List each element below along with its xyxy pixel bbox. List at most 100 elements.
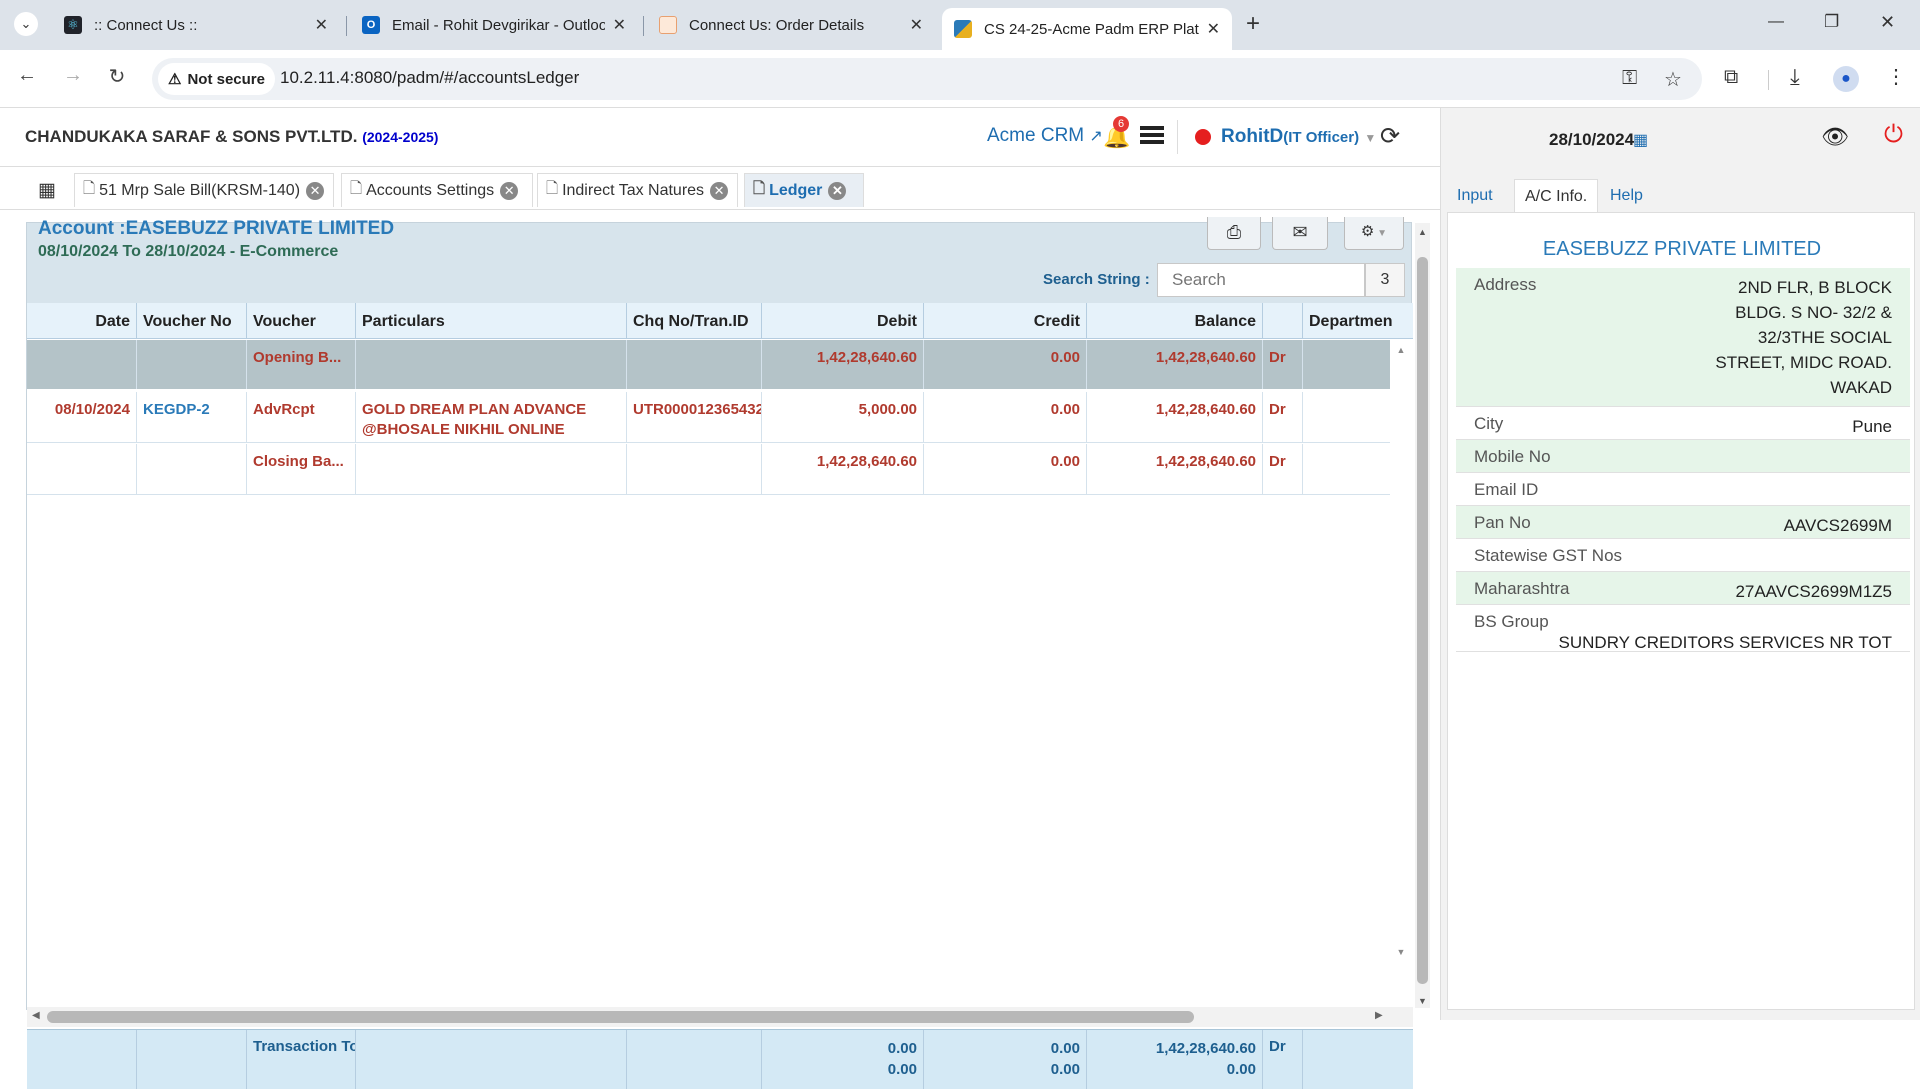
total-dr-cr: Dr	[1263, 1030, 1303, 1089]
close-icon[interactable]: ✕	[1207, 19, 1220, 39]
power-icon[interactable]: ⏻	[1884, 121, 1903, 149]
ac-info-content: EASEBUZZ PRIVATE LIMITED Address 2ND FLR…	[1447, 212, 1915, 1010]
browser-tab-strip: ⌄ ⚛ :: Connect Us :: ✕ O Email - Rohit D…	[0, 0, 1920, 50]
omnibox[interactable]: ⚠ Not secure 10.2.11.4:8080/padm/#/accou…	[152, 58, 1702, 100]
table-inner-scrollbar[interactable]: ▲ ▼	[1391, 341, 1411, 961]
back-arrow-icon[interactable]: ←	[12, 64, 42, 87]
total-debit-1: 0.00	[887, 1040, 917, 1057]
table-row[interactable]: 08/10/2024 KEGDP-2 AdvRcpt GOLD DREAM PL…	[27, 392, 1390, 443]
tab-ac-info[interactable]: A/C Info.	[1514, 179, 1599, 213]
new-tab-button[interactable]: +	[1246, 10, 1260, 38]
tab-accounts-settings[interactable]: 🗋 Accounts Settings ✕	[341, 173, 533, 207]
scroll-down-icon[interactable]: ▼	[1391, 947, 1411, 957]
col-debit[interactable]: Debit	[762, 303, 924, 339]
cell-voucher: Opening B...	[247, 340, 356, 389]
star-icon[interactable]: ☆	[1664, 67, 1682, 92]
tab-search-chevron-icon[interactable]: ⌄	[14, 12, 38, 36]
key-icon[interactable]: ⚿	[1622, 67, 1637, 90]
email-button[interactable]: ✉	[1272, 217, 1328, 250]
browser-tab-email[interactable]: O Email - Rohit Devgirikar - Outlook ✕	[350, 7, 638, 43]
col-credit[interactable]: Credit	[924, 303, 1087, 339]
col-voucher-no[interactable]: Voucher No	[137, 303, 247, 339]
col-balance[interactable]: Balance	[1087, 303, 1263, 339]
user-status-dot	[1195, 129, 1211, 145]
tab-ledger[interactable]: 🗋 Ledger ✕	[744, 173, 864, 207]
warning-icon: ⚠	[168, 71, 182, 88]
cell-chq-no	[627, 340, 762, 389]
cell-dr-cr: Dr	[1263, 340, 1303, 389]
vertical-scrollbar[interactable]: ▲ ▼	[1415, 223, 1430, 1008]
close-tab-icon[interactable]: ✕	[500, 181, 519, 200]
table-row[interactable]: Opening B... 1,42,28,640.60 0.00 1,42,28…	[27, 340, 1390, 389]
col-voucher[interactable]: Voucher	[247, 303, 356, 339]
total-debit-2: 0.00	[887, 1061, 917, 1078]
search-input[interactable]	[1157, 263, 1365, 297]
eye-slash-icon[interactable]: 👁	[1821, 124, 1849, 150]
close-icon[interactable]: ✕	[910, 15, 923, 35]
col-chq-no[interactable]: Chq No/Tran.ID	[627, 303, 762, 339]
not-secure-chip[interactable]: ⚠ Not secure	[158, 63, 275, 95]
total-balance-2: 0.00	[1226, 1061, 1256, 1078]
cell-date	[27, 444, 137, 494]
close-icon[interactable]: ✕	[613, 15, 626, 35]
search-label: Search String :	[1043, 271, 1150, 288]
browser-tab-order-details[interactable]: Connect Us: Order Details ✕	[647, 7, 935, 43]
header-divider	[1177, 120, 1178, 154]
cell-voucher-no	[137, 340, 247, 389]
kebab-menu-icon[interactable]: ⋮	[1886, 64, 1906, 89]
restore-button[interactable]: ❐	[1824, 12, 1839, 32]
table-row[interactable]: Closing Ba... 1,42,28,640.60 0.00 1,42,2…	[27, 444, 1390, 495]
browser-tab-erp[interactable]: CS 24-25-Acme Padm ERP Platform ✕	[942, 8, 1232, 50]
total-cell-credit: 0.00 0.00	[924, 1030, 1087, 1089]
reload-icon[interactable]: ↻	[102, 64, 132, 89]
horizontal-scrollbar[interactable]: ◀ ▶	[27, 1007, 1413, 1027]
grid-apps-icon[interactable]: ▦	[38, 179, 56, 202]
browser-tab-connect-us[interactable]: ⚛ :: Connect Us :: ✕	[52, 7, 340, 43]
search-count: 3	[1365, 263, 1405, 297]
close-tab-icon[interactable]: ✕	[828, 181, 847, 200]
extensions-icon[interactable]: ⧉	[1724, 66, 1738, 89]
crm-link[interactable]: Acme CRM ↗	[987, 125, 1103, 147]
horizontal-scroll-thumb[interactable]	[47, 1011, 1194, 1023]
gear-icon: ⚙	[1360, 223, 1375, 240]
app-header: CHANDUKAKA SARAF & SONS PVT.LTD. (2024-2…	[0, 108, 1440, 167]
profile-avatar-icon[interactable]: ●	[1833, 66, 1859, 92]
download-icon[interactable]: ⤓	[1790, 64, 1800, 90]
tab-mrp-sale-bill[interactable]: 🗋 51 Mrp Sale Bill(KRSM-140) ✕	[74, 173, 334, 207]
forward-arrow-icon[interactable]: →	[58, 64, 88, 87]
col-dr-cr[interactable]	[1263, 303, 1303, 339]
scroll-left-icon[interactable]: ◀	[32, 1010, 40, 1021]
cell-voucher-no[interactable]: KEGDP-2	[137, 392, 247, 442]
cell-chq-no	[627, 444, 762, 494]
tab-input[interactable]: Input	[1447, 179, 1503, 213]
total-credit-2: 0.00	[1050, 1061, 1080, 1078]
tab-indirect-tax-natures[interactable]: 🗋 Indirect Tax Natures ✕	[537, 173, 738, 207]
user-menu[interactable]: RohitD(IT Officer) ▼	[1221, 126, 1376, 148]
scroll-up-icon[interactable]: ▲	[1391, 345, 1411, 355]
document-icon: 🗋	[83, 180, 96, 197]
total-credit-1: 0.00	[1050, 1040, 1080, 1057]
cell-balance: 1,42,28,640.60	[1087, 340, 1263, 389]
col-department[interactable]: Departmen	[1303, 303, 1413, 339]
menu-list-icon[interactable]	[1140, 126, 1164, 146]
close-window-button[interactable]: ✕	[1880, 12, 1895, 33]
close-icon[interactable]: ✕	[315, 15, 328, 35]
close-tab-icon[interactable]: ✕	[710, 181, 729, 200]
col-date[interactable]: Date	[27, 303, 137, 339]
scroll-down-icon[interactable]: ▼	[1415, 996, 1430, 1006]
cell-particulars	[356, 340, 627, 389]
col-particulars[interactable]: Particulars	[356, 303, 627, 339]
total-cell-chq	[627, 1030, 762, 1089]
vertical-scroll-thumb[interactable]	[1417, 257, 1428, 984]
refresh-icon[interactable]: ⟳	[1380, 122, 1400, 151]
close-tab-icon[interactable]: ✕	[306, 181, 325, 200]
settings-dropdown-button[interactable]: ⚙ ▼	[1344, 217, 1404, 250]
right-panel: Input A/C Info. Help EASEBUZZ PRIVATE LI…	[1440, 167, 1920, 1020]
minimize-button[interactable]: —	[1768, 13, 1784, 31]
url-text[interactable]: 10.2.11.4:8080/padm/#/accountsLedger	[280, 68, 579, 88]
scroll-up-icon[interactable]: ▲	[1415, 227, 1430, 237]
calendar-icon[interactable]: ▦	[1633, 130, 1648, 150]
tab-help[interactable]: Help	[1600, 179, 1653, 213]
scroll-right-icon[interactable]: ▶	[1375, 1010, 1383, 1021]
print-button[interactable]: ⎙	[1207, 217, 1261, 250]
